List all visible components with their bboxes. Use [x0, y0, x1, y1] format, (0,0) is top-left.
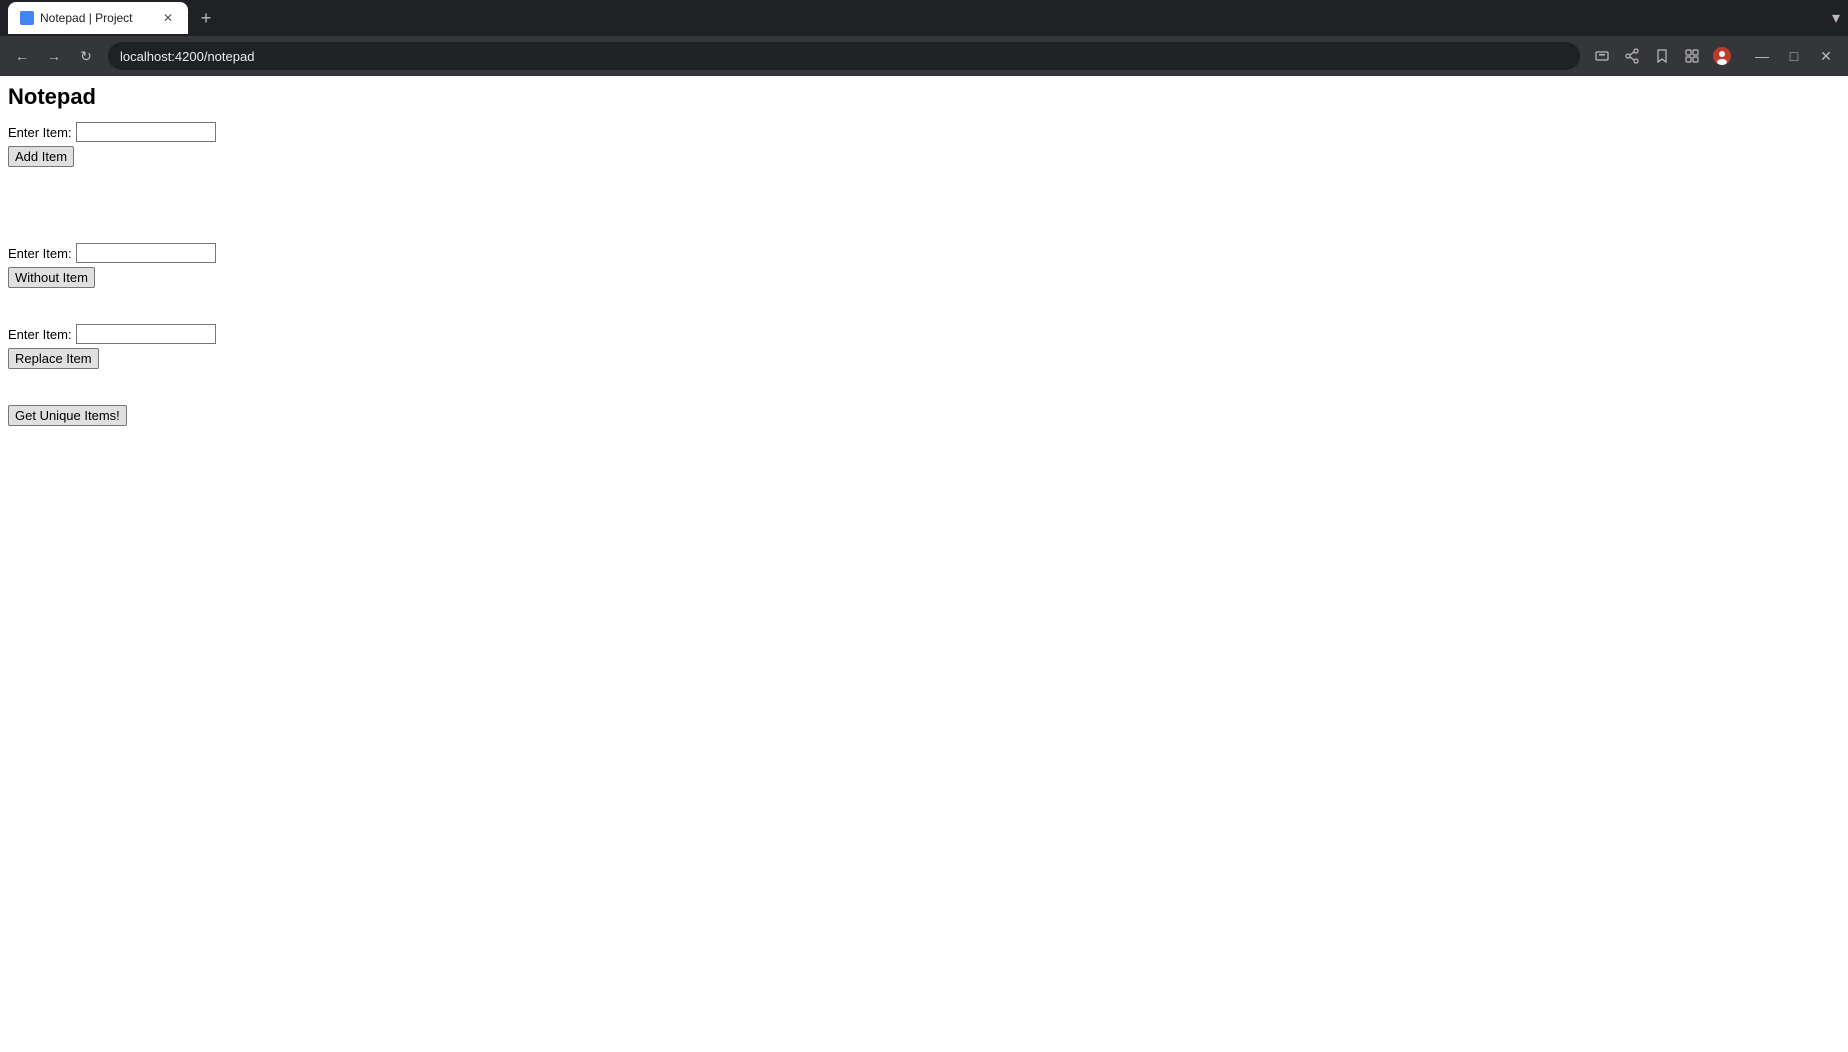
get-unique-items-button[interactable]: Get Unique Items! — [8, 405, 127, 426]
replace-item-button[interactable]: Replace Item — [8, 348, 99, 369]
nav-right-icons — [1588, 42, 1736, 70]
window-close-button[interactable]: ✕ — [1812, 42, 1840, 70]
window-minimize-button[interactable]: — — [1748, 42, 1776, 70]
tab-close-button[interactable]: ✕ — [160, 10, 176, 26]
forward-button[interactable]: → — [40, 42, 68, 70]
reload-button[interactable]: ↻ — [72, 42, 100, 70]
spacer-2 — [8, 304, 1840, 324]
spacer-3 — [8, 385, 1840, 405]
page-title: Notepad — [8, 84, 1840, 110]
replace-item-input[interactable] — [76, 324, 216, 344]
screen-reader-icon[interactable] — [1588, 42, 1616, 70]
without-item-form-row: Enter Item: — [8, 243, 1840, 263]
replace-item-label: Enter Item: — [8, 327, 72, 342]
add-item-button[interactable]: Add Item — [8, 146, 74, 167]
page-content: Notepad Enter Item: Add Item Enter Item:… — [0, 76, 1848, 1052]
add-item-form-row: Enter Item: — [8, 122, 1840, 142]
add-item-input[interactable] — [76, 122, 216, 142]
profile-icon[interactable] — [1708, 42, 1736, 70]
tab-dropdown-button[interactable]: ▾ — [1832, 8, 1840, 28]
without-item-section: Enter Item: Without Item — [8, 243, 1840, 288]
tab-favicon — [20, 11, 34, 25]
add-item-label: Enter Item: — [8, 125, 72, 140]
get-unique-items-section: Get Unique Items! — [8, 405, 1840, 426]
browser-chrome: Notepad | Project ✕ + ▾ ← → ↻ localhost:… — [0, 0, 1848, 76]
add-item-section: Enter Item: Add Item — [8, 122, 1840, 167]
extensions-icon[interactable] — [1678, 42, 1706, 70]
address-bar[interactable]: localhost:4200/notepad — [108, 42, 1580, 70]
window-maximize-button[interactable]: □ — [1780, 42, 1808, 70]
without-item-label: Enter Item: — [8, 246, 72, 261]
without-item-input[interactable] — [76, 243, 216, 263]
active-tab[interactable]: Notepad | Project ✕ — [8, 2, 188, 34]
address-text: localhost:4200/notepad — [120, 49, 1568, 64]
spacer-1 — [8, 183, 1840, 243]
tab-title: Notepad | Project — [40, 11, 154, 25]
back-button[interactable]: ← — [8, 42, 36, 70]
without-item-button[interactable]: Without Item — [8, 267, 95, 288]
share-icon[interactable] — [1618, 42, 1646, 70]
bookmark-icon[interactable] — [1648, 42, 1676, 70]
tab-bar: Notepad | Project ✕ + ▾ — [0, 0, 1848, 36]
nav-bar: ← → ↻ localhost:4200/notepad — [0, 36, 1848, 76]
replace-item-form-row: Enter Item: — [8, 324, 1840, 344]
replace-item-section: Enter Item: Replace Item — [8, 324, 1840, 369]
new-tab-button[interactable]: + — [192, 4, 220, 32]
